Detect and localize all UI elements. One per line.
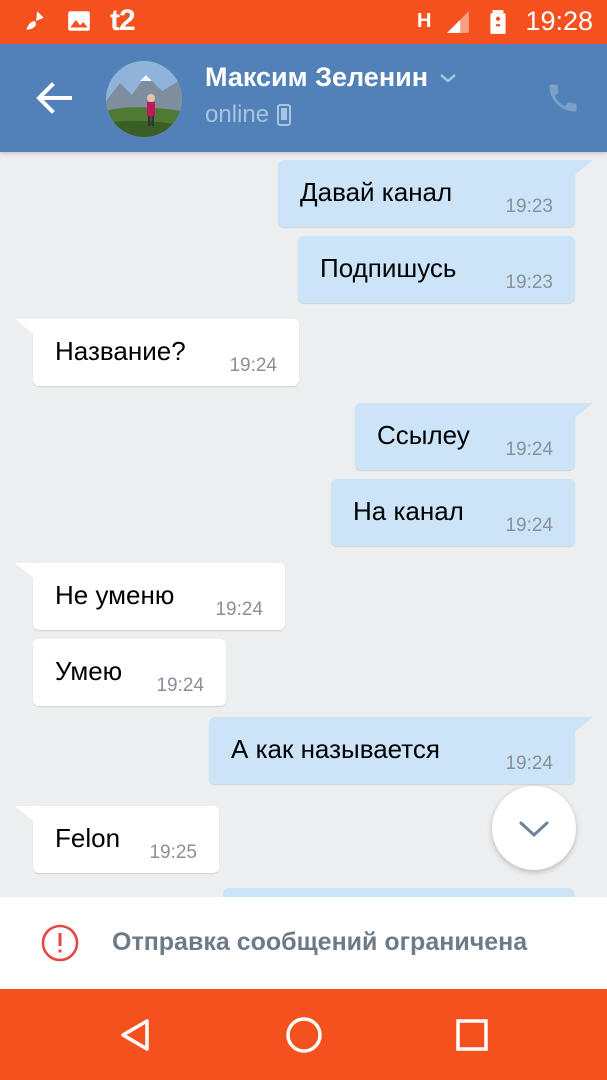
message-list[interactable]: Давай канал 19:23 Подпишусь 19:23 Название? 1… [0, 152, 607, 897]
message-text: А как называется [231, 734, 440, 764]
back-arrow-icon[interactable] [30, 80, 78, 116]
message-time: 19:24 [505, 515, 553, 536]
message-text: На канал [353, 496, 464, 526]
message-text: Название? [55, 336, 186, 366]
outgoing-message-bubble[interactable]: Ссылеу 19:24 [355, 403, 593, 470]
network-type-label: H [416, 10, 432, 32]
mobile-device-icon [277, 104, 292, 126]
warning-circle-icon [41, 924, 79, 962]
gallery-icon [68, 11, 90, 31]
message-time: 19:23 [505, 272, 553, 293]
carrier-label: t2 [110, 4, 136, 37]
home-circle-icon[interactable] [284, 1015, 324, 1055]
incoming-message-bubble[interactable]: Не уменю 19:24 [15, 563, 285, 630]
message-text: Не уменю [55, 580, 175, 610]
clock: 19:28 [525, 6, 593, 36]
contact-name[interactable]: Максим Зеленин [205, 62, 428, 93]
restriction-banner: Отправка сообщений ограничена [0, 897, 607, 989]
back-triangle-icon[interactable] [115, 1015, 155, 1055]
message-time: 19:25 [149, 842, 197, 863]
scroll-down-button[interactable] [492, 786, 576, 870]
phone-icon[interactable] [545, 80, 581, 116]
message-time: 19:24 [156, 675, 204, 696]
restriction-text: Отправка сообщений ограничена [112, 928, 528, 956]
bubble-tail [571, 160, 593, 178]
message-time: 19:24 [505, 439, 553, 460]
outgoing-message-bubble[interactable]: На канал 19:24 [331, 479, 575, 546]
chevron-down-icon[interactable] [438, 71, 458, 85]
message-time: 19:24 [505, 753, 553, 774]
chat-header: Максим Зеленин online [0, 44, 607, 152]
bubble-tail [15, 806, 37, 824]
message-bubble-partial[interactable] [223, 888, 574, 897]
system-nav-bar [0, 989, 607, 1080]
message-text: Felon [55, 823, 121, 853]
message-text: Ссылеу [377, 420, 470, 450]
bubble-tail [571, 403, 593, 421]
status-bar: t2 H 19:28 [0, 0, 607, 44]
online-status: online [205, 101, 270, 128]
incoming-message-bubble[interactable]: Умею 19:24 [33, 639, 226, 706]
chevron-down-icon [519, 821, 549, 838]
bubble-tail [571, 717, 593, 735]
message-time: 19:24 [229, 355, 277, 376]
recents-square-icon[interactable] [452, 1015, 492, 1055]
bubble-tail [15, 319, 37, 337]
cleaner-icon [26, 11, 44, 30]
outgoing-message-bubble[interactable]: Подпишусь 19:23 [298, 236, 575, 303]
message-text: Давай канал [300, 177, 453, 207]
signal-icon [447, 10, 470, 33]
outgoing-message-bubble[interactable]: А как называется 19:24 [209, 717, 593, 784]
outgoing-message-bubble[interactable]: Давай канал 19:23 [278, 160, 593, 227]
message-time: 19:24 [215, 599, 263, 620]
avatar[interactable] [106, 61, 182, 137]
message-text: Умею [55, 656, 123, 686]
incoming-message-bubble[interactable]: Название? 19:24 [15, 319, 299, 386]
battery-charging-icon [490, 9, 507, 34]
bubble-tail [15, 563, 37, 581]
message-text: Подпишусь [320, 253, 457, 283]
message-time: 19:23 [505, 196, 553, 217]
incoming-message-bubble[interactable]: Felon 19:25 [15, 806, 219, 873]
